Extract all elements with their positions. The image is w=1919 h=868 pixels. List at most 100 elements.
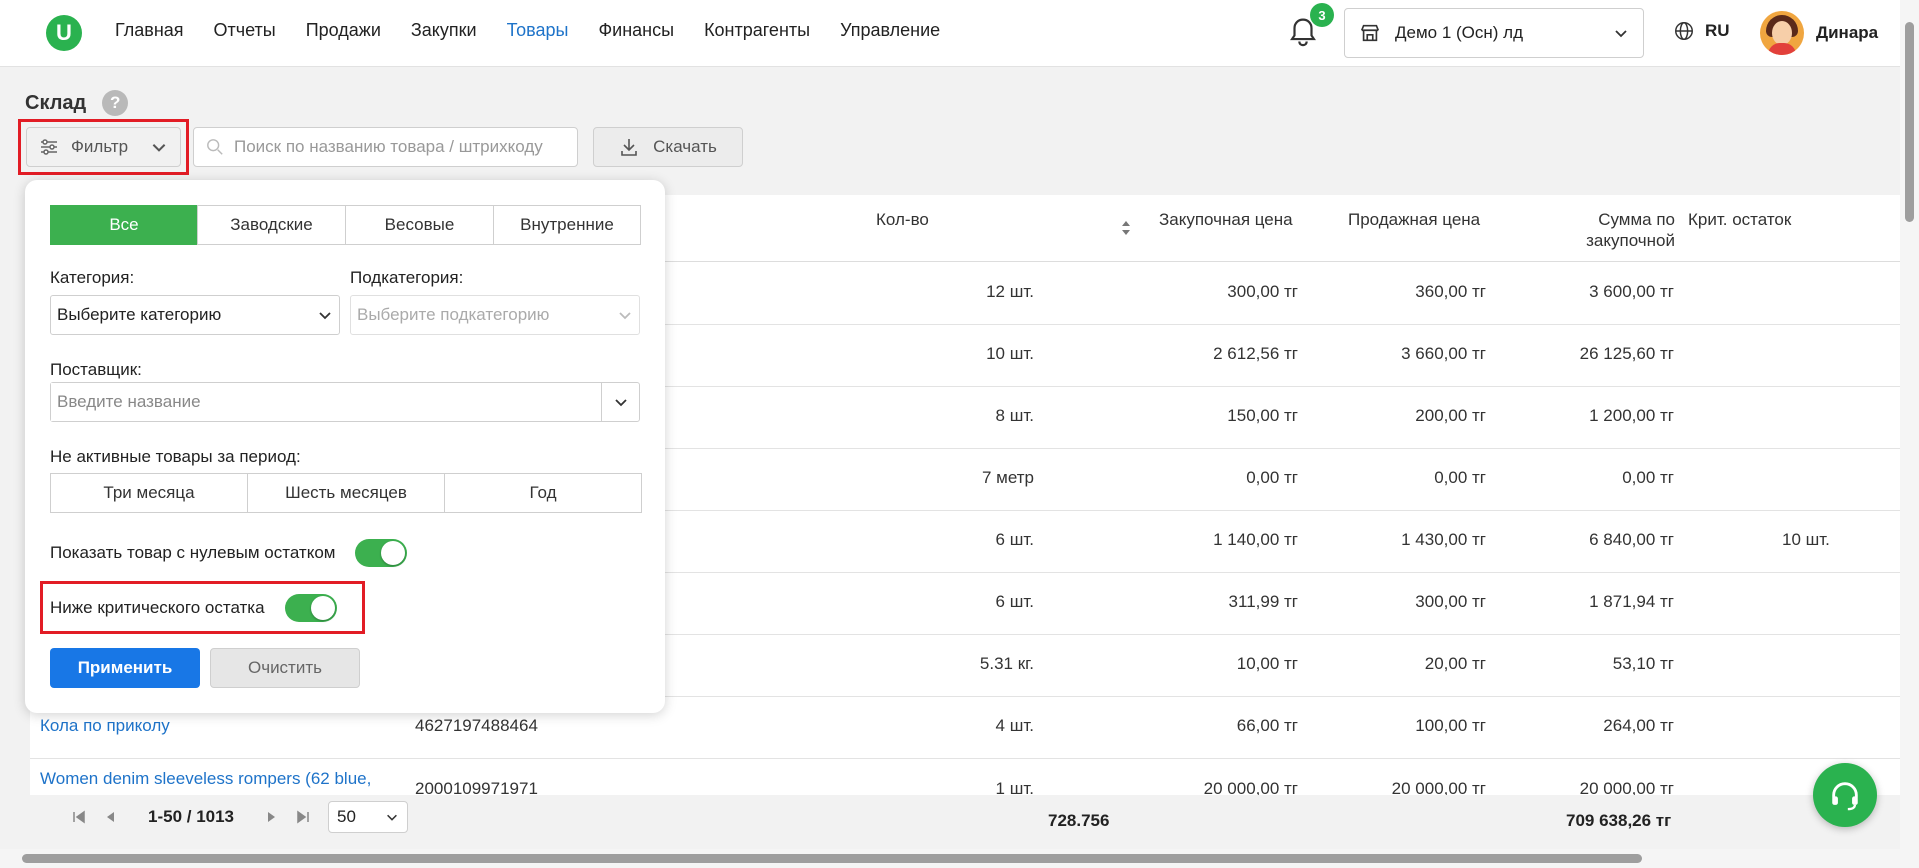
period-three-months[interactable]: Три месяца <box>50 473 248 513</box>
headset-icon <box>1832 782 1858 811</box>
pagination: 1-50 / 1013 50 <box>72 801 409 833</box>
period-year[interactable]: Год <box>444 473 642 513</box>
table-footer: 1-50 / 1013 50 728.756 709 638,26 тг <box>0 797 1900 842</box>
header-critical-stock[interactable]: Крит. остаток <box>1688 209 1791 230</box>
zero-stock-toggle[interactable] <box>355 539 408 567</box>
supplier-dropdown-toggle[interactable] <box>601 383 639 421</box>
total-qty: 728.756 <box>1048 811 1110 830</box>
cell-qty: 12 шт. <box>986 282 1034 301</box>
period-six-months[interactable]: Шесть месяцев <box>247 473 445 513</box>
cell-qty: 7 метр <box>982 468 1034 487</box>
main-menu: Главная Отчеты Продажи Закупки Товары Фи… <box>115 20 970 41</box>
cell-critical-stock: 10 шт. <box>1782 530 1830 549</box>
subcategory-placeholder: Выберите подкатегорию <box>357 305 550 324</box>
page-size-value: 50 <box>337 807 356 826</box>
download-label: Скачать <box>653 137 717 156</box>
supplier-combobox[interactable] <box>50 382 640 422</box>
nav-item-reports[interactable]: Отчеты <box>214 20 276 41</box>
nav-item-management[interactable]: Управление <box>840 20 940 41</box>
cell-sale-price: 360,00 тг <box>1415 282 1486 301</box>
cell-purchase-price: 311,99 тг <box>1228 592 1298 611</box>
help-icon[interactable]: ? <box>102 90 129 116</box>
store-selector[interactable]: Демо 1 (Осн) лд <box>1344 8 1644 58</box>
cell-sale-price: 100,00 тг <box>1415 716 1486 735</box>
nav-item-home[interactable]: Главная <box>115 20 184 41</box>
cell-qty: 6 шт. <box>995 530 1034 549</box>
header-purchase-price[interactable]: Закупочная цена <box>1159 209 1293 230</box>
nav-item-purchases[interactable]: Закупки <box>411 20 477 41</box>
cell-qty: 5.31 кг. <box>979 654 1034 673</box>
category-select[interactable]: Выберите категорию <box>50 295 340 335</box>
cell-qty: 10 шт. <box>986 344 1034 363</box>
cell-product-name[interactable]: Women denim sleeveless rompers (62 blue, <box>40 769 371 789</box>
logo-icon[interactable]: U <box>46 15 82 51</box>
nav-item-finance[interactable]: Финансы <box>598 20 674 41</box>
search-input[interactable] <box>234 137 565 157</box>
sort-icon[interactable] <box>1120 219 1132 237</box>
category-value: Выберите категорию <box>57 305 222 324</box>
filter-panel: Все Заводские Весовые Внутренние Категор… <box>25 180 665 713</box>
chevron-down-icon <box>614 399 627 407</box>
page-title: Склад ? <box>25 90 129 116</box>
subcategory-label: Подкатегория: <box>350 268 464 287</box>
header-qty[interactable]: Кол-во <box>876 209 929 230</box>
cell-sale-price: 3 660,00 тг <box>1401 344 1486 363</box>
language-code: RU <box>1705 21 1730 40</box>
cell-sum: 26 125,60 тг <box>1579 344 1674 363</box>
cell-sum: 1 200,00 тг <box>1589 406 1674 425</box>
cell-sum: 264,00 тг <box>1603 716 1674 735</box>
cell-sum: 53,10 тг <box>1612 654 1674 673</box>
cell-sum: 20 000,00 тг <box>1579 779 1674 795</box>
tab-weighted[interactable]: Весовые <box>345 205 494 245</box>
apply-button[interactable]: Применить <box>50 648 200 688</box>
cell-sum: 0,00 тг <box>1622 468 1674 487</box>
support-chat-button[interactable] <box>1813 763 1877 827</box>
top-navigation-bar: U Главная Отчеты Продажи Закупки Товары … <box>0 0 1900 67</box>
globe-icon <box>1675 22 1693 40</box>
language-switcher[interactable]: RU <box>1673 20 1730 42</box>
page-size-select[interactable]: 50 <box>328 801 409 833</box>
cell-purchase-price: 0,00 тг <box>1246 468 1298 487</box>
nav-item-products[interactable]: Товары <box>507 20 569 41</box>
next-page-icon[interactable] <box>266 810 278 824</box>
cell-purchase-price: 300,00 тг <box>1227 282 1298 301</box>
nav-item-counterparties[interactable]: Контрагенты <box>704 20 810 41</box>
horizontal-scrollbar[interactable] <box>0 849 1900 868</box>
cell-purchase-price: 2 612,56 тг <box>1213 344 1298 363</box>
cell-barcode: 4627197488464 <box>415 716 538 735</box>
header-sale-price[interactable]: Продажная цена <box>1348 209 1480 230</box>
cell-sale-price: 300,00 тг <box>1415 592 1486 611</box>
subcategory-select[interactable]: Выберите подкатегорию <box>350 295 640 335</box>
inactive-period-tabs: Три месяца Шесть месяцев Год <box>50 473 642 513</box>
vertical-scrollbar[interactable] <box>1900 0 1919 868</box>
cell-sum: 6 840,00 тг <box>1589 530 1674 549</box>
below-critical-highlight <box>40 581 365 634</box>
page-range: 1-50 / 1013 <box>148 807 235 826</box>
total-sum: 709 638,26 тг <box>1566 811 1672 830</box>
supplier-input[interactable] <box>51 383 601 421</box>
user-menu[interactable]: Динара <box>1760 11 1878 55</box>
last-page-icon[interactable] <box>296 810 310 824</box>
first-page-icon[interactable] <box>72 810 86 824</box>
tab-all[interactable]: Все <box>50 205 198 245</box>
table-row[interactable]: Women denim sleeveless rompers (62 blue,… <box>30 759 1900 795</box>
product-search[interactable] <box>193 127 578 167</box>
chevron-down-icon <box>1615 30 1627 38</box>
cell-sum: 1 871,94 тг <box>1589 592 1674 611</box>
product-type-tabs: Все Заводские Весовые Внутренние <box>50 205 641 245</box>
cell-sale-price: 1 430,00 тг <box>1401 530 1486 549</box>
cell-purchase-price: 20 000,00 тг <box>1203 779 1298 795</box>
nav-item-sales[interactable]: Продажи <box>306 20 381 41</box>
cell-product-name[interactable]: Кола по приколу <box>40 716 170 736</box>
clear-button[interactable]: Очистить <box>210 648 360 688</box>
tab-factory[interactable]: Заводские <box>197 205 346 245</box>
category-label: Категория: <box>50 268 135 287</box>
download-button[interactable]: Скачать <box>593 127 743 167</box>
prev-page-icon[interactable] <box>104 810 116 824</box>
header-sum-purchase[interactable]: Сумма по закупочной <box>1530 209 1675 251</box>
chevron-down-icon <box>319 312 331 320</box>
notification-badge: 3 <box>1310 3 1334 27</box>
avatar <box>1760 11 1804 55</box>
tab-internal[interactable]: Внутренние <box>493 205 641 245</box>
cell-sale-price: 200,00 тг <box>1415 406 1486 425</box>
